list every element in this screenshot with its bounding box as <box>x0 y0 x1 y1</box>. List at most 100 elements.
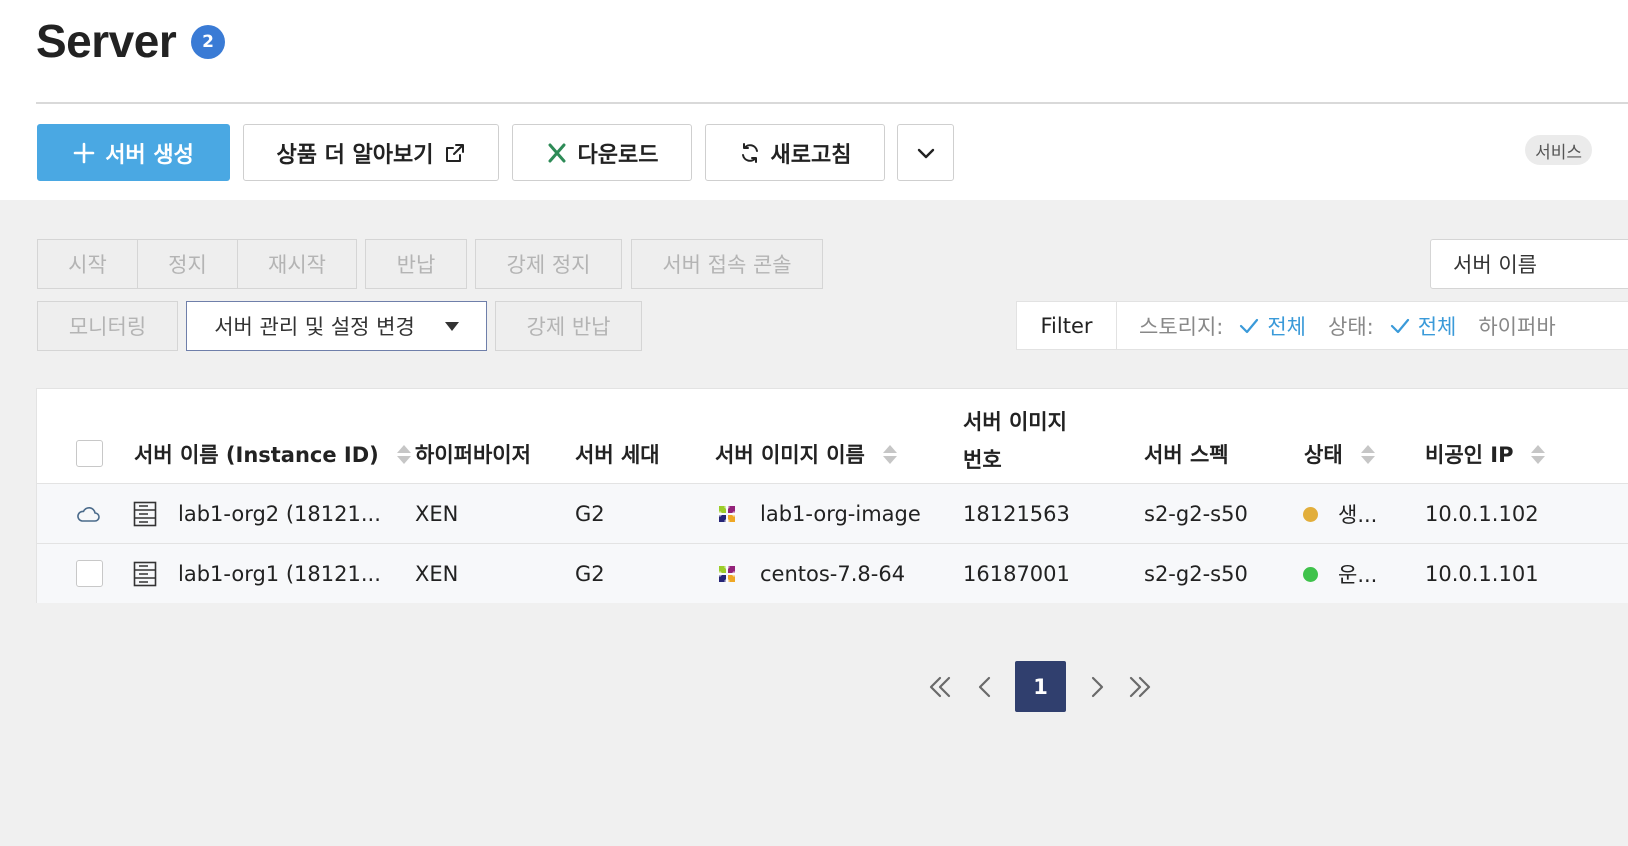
more-options-button[interactable] <box>897 124 954 181</box>
filter-hypervisor-key: 하이퍼바 <box>1478 314 1556 339</box>
column-header-name[interactable]: 서버 이름 (Instance ID) <box>134 439 411 469</box>
row-private-ip: 10.0.1.102 <box>1425 502 1539 526</box>
refresh-button[interactable]: 새로고침 <box>705 124 885 181</box>
chevron-left-icon <box>978 676 991 697</box>
download-button[interactable]: 다운로드 <box>512 124 692 181</box>
table-header: 서버 이름 (Instance ID) 하이퍼바이저 서버 세대 서버 이미지 … <box>37 389 1628 483</box>
start-button[interactable]: 시작 <box>37 239 138 289</box>
row-server-name[interactable]: lab1-org2 (18121... <box>178 484 381 544</box>
external-link-icon <box>445 143 464 162</box>
row-generation: G2 <box>575 562 605 586</box>
server-manage-label: 서버 관리 및 설정 변경 <box>214 315 415 339</box>
double-chevron-right-icon <box>1129 676 1151 697</box>
page-title: Server <box>36 15 177 67</box>
excel-icon <box>548 143 566 162</box>
sort-icon <box>882 444 897 464</box>
centos-logo-icon <box>716 544 738 604</box>
cloud-icon <box>75 484 101 544</box>
server-manage-dropdown[interactable]: 서버 관리 및 설정 변경 <box>186 301 487 351</box>
column-header-private-ip[interactable]: 비공인 IP <box>1425 439 1546 469</box>
server-table: 서버 이름 (Instance ID) 하이퍼바이저 서버 세대 서버 이미지 … <box>36 388 1628 603</box>
column-header-hypervisor: 하이퍼바이저 <box>415 439 531 469</box>
double-chevron-left-icon <box>929 676 951 697</box>
search-field-label: 서버 이름 <box>1453 253 1537 277</box>
row-server-name[interactable]: lab1-org1 (18121... <box>178 544 381 604</box>
last-page-button[interactable] <box>1125 661 1155 712</box>
first-page-button[interactable] <box>925 661 955 712</box>
refresh-icon <box>741 142 758 163</box>
learn-more-button[interactable]: 상품 더 알아보기 <box>243 124 499 181</box>
column-status-label: 상태 <box>1304 443 1343 467</box>
column-hypervisor-label: 하이퍼바이저 <box>415 443 531 467</box>
header-divider <box>36 102 1628 104</box>
filter-storage-value[interactable]: 전체 <box>1267 311 1306 341</box>
select-all-checkbox[interactable] <box>76 440 103 467</box>
row-spec: s2-g2-s50 <box>1144 562 1248 586</box>
filter-storage-key: 스토리지: <box>1139 314 1224 339</box>
column-spec-label: 서버 스펙 <box>1144 443 1229 467</box>
table-row[interactable]: lab1-org2 (18121... XEN G2 lab1-org-imag… <box>37 483 1628 543</box>
plus-icon <box>73 142 95 163</box>
row-image-name: centos-7.8-64 <box>760 562 906 586</box>
row-private-ip: 10.0.1.101 <box>1425 562 1539 586</box>
row-hypervisor: XEN <box>415 502 459 526</box>
status-dot <box>1303 506 1318 522</box>
sort-icon <box>1360 444 1375 464</box>
return-button[interactable]: 반납 <box>365 239 467 289</box>
status-dot <box>1303 566 1318 582</box>
server-icon <box>133 544 157 604</box>
force-stop-button[interactable]: 강제 정지 <box>475 239 622 289</box>
row-status-label: 운... <box>1338 563 1378 587</box>
column-image-number-label-1: 서버 이미지 <box>963 410 1067 434</box>
filter-bar: Filter 스토리지: 전체 상태: 전체 하이퍼바 <box>1016 301 1628 350</box>
row-image-number: 16187001 <box>963 562 1070 586</box>
row-checkbox[interactable] <box>76 560 103 587</box>
row-spec: s2-g2-s50 <box>1144 502 1248 526</box>
chevron-right-icon <box>1091 676 1104 697</box>
create-server-label: 서버 생성 <box>105 142 194 168</box>
sort-icon <box>396 444 411 464</box>
column-private-ip-label: 비공인 IP <box>1425 443 1514 467</box>
search-field-select[interactable]: 서버 이름 <box>1430 239 1628 289</box>
header-area: Server 2 서버 생성 상품 더 알아보기 다운로드 새로고침 서비스 <box>0 0 1628 200</box>
console-button[interactable]: 서버 접속 콘솔 <box>631 239 823 289</box>
prev-page-button[interactable] <box>972 661 998 712</box>
filter-button[interactable]: Filter <box>1017 302 1117 349</box>
column-generation-label: 서버 세대 <box>575 443 660 467</box>
server-icon <box>133 484 157 544</box>
learn-more-label: 상품 더 알아보기 <box>276 142 434 168</box>
row-hypervisor: XEN <box>415 562 459 586</box>
force-return-button[interactable]: 강제 반납 <box>495 301 642 351</box>
row-generation: G2 <box>575 502 605 526</box>
row-status: 운... <box>1303 544 1377 604</box>
next-page-button[interactable] <box>1084 661 1110 712</box>
column-header-image-name[interactable]: 서버 이미지 이름 <box>715 439 897 469</box>
column-header-status[interactable]: 상태 <box>1304 439 1375 469</box>
filter-status-key: 상태: <box>1328 314 1374 339</box>
check-icon <box>1240 318 1259 333</box>
column-header-spec: 서버 스펙 <box>1144 439 1229 469</box>
count-badge: 2 <box>191 25 225 59</box>
create-server-button[interactable]: 서버 생성 <box>37 124 230 181</box>
row-status-label: 생... <box>1338 503 1378 527</box>
restart-button[interactable]: 재시작 <box>237 239 357 289</box>
table-row[interactable]: lab1-org1 (18121... XEN G2 centos-7.8-64… <box>37 543 1628 603</box>
centos-logo-icon <box>716 484 738 544</box>
service-chip[interactable]: 서비스 <box>1525 135 1592 165</box>
row-image-name: lab1-org-image <box>760 502 921 526</box>
caret-down-icon <box>444 321 459 331</box>
sort-icon <box>1531 444 1546 464</box>
download-label: 다운로드 <box>577 142 659 168</box>
refresh-label: 새로고침 <box>770 142 852 168</box>
column-name-label: 서버 이름 (Instance ID) <box>134 443 379 467</box>
row-status: 생... <box>1303 484 1377 544</box>
monitoring-button[interactable]: 모니터링 <box>37 301 178 351</box>
filter-status-value[interactable]: 전체 <box>1418 311 1457 341</box>
row-image-number: 18121563 <box>963 502 1070 526</box>
chevron-down-icon <box>917 148 934 158</box>
column-image-name-label: 서버 이미지 이름 <box>715 443 865 467</box>
stop-button[interactable]: 정지 <box>137 239 238 289</box>
check-icon <box>1390 318 1409 333</box>
page-1-button[interactable]: 1 <box>1015 661 1066 712</box>
column-header-image-number: 서버 이미지 번호 <box>963 403 1067 479</box>
